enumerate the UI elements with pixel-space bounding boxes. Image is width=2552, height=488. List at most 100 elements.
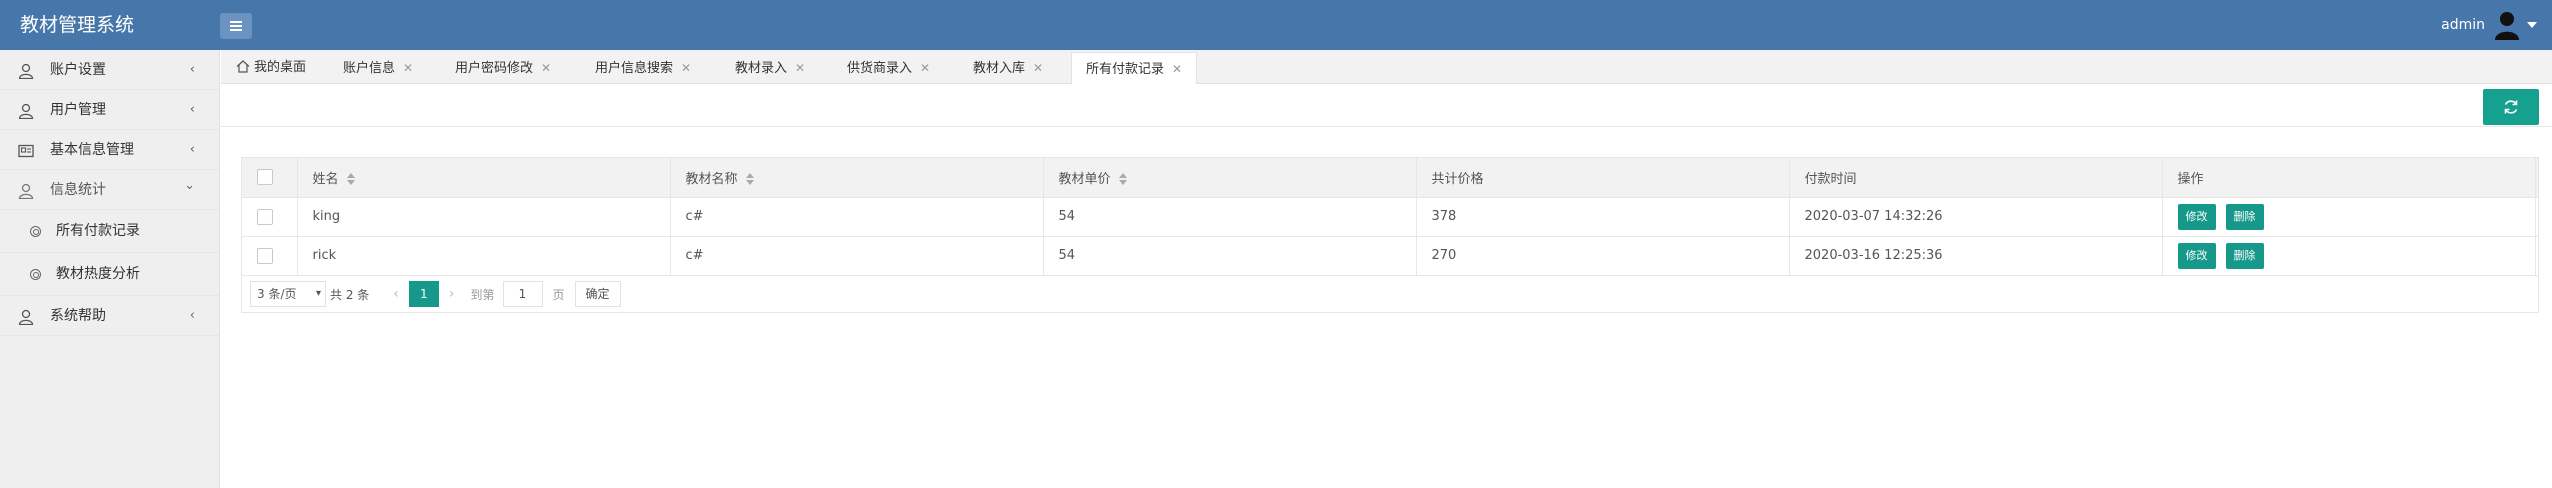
pagination: 3 条/页 共 2 条 ‹ 1 › 到第 1 页 确定 (242, 275, 2538, 313)
home-icon (236, 60, 250, 73)
cell-book: c# (670, 236, 1044, 276)
tab-user-search[interactable]: 用户信息搜索 ✕ (595, 52, 691, 84)
header-label: 教材单价 (1058, 171, 1111, 187)
sidebar-item-label: 系统帮助 (50, 308, 106, 324)
cell-total: 378 (1416, 197, 1790, 237)
tab-label: 用户信息搜索 (595, 61, 674, 76)
chevron-left-icon: ‹ (189, 142, 195, 157)
cell-time: 2020-03-07 14:32:26 (1789, 197, 2163, 237)
tab-supplier-entry[interactable]: 供货商录入 ✕ (847, 52, 930, 84)
cell-actions: 修改 删除 (2162, 236, 2536, 276)
user-menu[interactable]: admin (2441, 0, 2537, 50)
cell-actions: 修改 删除 (2162, 197, 2536, 237)
dropdown-caret-icon (2527, 22, 2537, 28)
app-title: 教材管理系统 (20, 14, 135, 36)
sidebar-item-statistics[interactable]: 信息统计 ⌄ (0, 170, 219, 210)
filler-cell (2535, 197, 2539, 237)
sidebar-item-user-management[interactable]: 用户管理 ‹ (0, 90, 219, 130)
tab-my-desktop[interactable]: 我的桌面 (236, 52, 306, 84)
delete-button[interactable]: 删除 (2225, 203, 2264, 230)
next-page-icon[interactable]: › (449, 286, 455, 302)
sort-icon[interactable] (346, 173, 355, 186)
tab-label: 我的桌面 (254, 60, 307, 75)
tab-book-stock-in[interactable]: 教材入库 ✕ (973, 52, 1043, 84)
close-icon[interactable]: ✕ (681, 61, 691, 75)
user-icon (18, 309, 34, 325)
sidebar-subitem-payment-records[interactable]: 所有付款记录 (0, 210, 219, 253)
tab-book-entry[interactable]: 教材录入 ✕ (735, 52, 805, 84)
refresh-icon (2504, 100, 2518, 114)
edit-button[interactable]: 修改 (2177, 203, 2216, 230)
close-icon[interactable]: ✕ (1172, 62, 1182, 76)
avatar-icon (2495, 12, 2519, 40)
cell-time: 2020-03-16 12:25:36 (1789, 236, 2163, 276)
sidebar-subitem-book-popularity[interactable]: 教材热度分析 (0, 253, 219, 296)
tab-label: 所有付款记录 (1086, 62, 1165, 77)
sort-icon[interactable] (745, 173, 754, 186)
hamburger-icon (230, 21, 242, 23)
tab-account-info[interactable]: 账户信息 ✕ (343, 52, 413, 84)
hamburger-line (230, 25, 242, 27)
sidebar-item-system-help[interactable]: 系统帮助 ‹ (0, 296, 219, 336)
column-header-total: 共计价格 (1416, 158, 1790, 198)
header-label: 姓名 (312, 171, 339, 187)
chevron-left-icon: ‹ (189, 308, 195, 323)
sidebar-subitem-label: 所有付款记录 (56, 223, 140, 239)
goto-confirm-button[interactable]: 确定 (574, 281, 621, 307)
tab-label: 供货商录入 (847, 61, 913, 76)
close-icon[interactable]: ✕ (920, 61, 930, 75)
edit-button[interactable]: 修改 (2177, 242, 2216, 269)
cell-price: 54 (1043, 236, 1417, 276)
filler-cell (2535, 236, 2539, 276)
data-table: 姓名 教材名称 教材单价 共计价格 付款时间 操作 king c# 54 378… (241, 157, 2539, 313)
tab-payment-records[interactable]: 所有付款记录 ✕ (1071, 52, 1198, 84)
current-page-button[interactable]: 1 (408, 281, 439, 307)
row-checkbox[interactable] (257, 208, 273, 225)
chevron-down-icon: ⌄ (184, 178, 195, 193)
sidebar-item-label: 用户管理 (50, 102, 106, 118)
sidebar-item-basic-info[interactable]: 基本信息管理 ‹ (0, 130, 219, 170)
close-icon[interactable]: ✕ (1033, 61, 1043, 75)
select-all-cell (242, 158, 298, 198)
row-checkbox-cell (242, 197, 298, 237)
sidebar-item-label: 基本信息管理 (50, 142, 134, 158)
close-icon[interactable]: ✕ (541, 61, 551, 75)
cell-price: 54 (1043, 197, 1417, 237)
prev-page-icon[interactable]: ‹ (393, 286, 399, 302)
sidebar-item-account-settings[interactable]: 账户设置 ‹ (0, 50, 219, 90)
goto-page-input[interactable]: 1 (502, 281, 543, 307)
cell-book: c# (670, 197, 1044, 237)
tab-label: 教材录入 (735, 61, 788, 76)
column-header-name[interactable]: 姓名 (297, 158, 671, 198)
sort-icon[interactable] (1118, 173, 1127, 186)
select-all-checkbox[interactable] (257, 169, 273, 186)
cell-name: rick (297, 236, 671, 276)
header-label: 教材名称 (685, 171, 738, 187)
delete-button[interactable]: 删除 (2225, 242, 2264, 269)
menu-toggle-button[interactable] (220, 13, 252, 39)
row-checkbox[interactable] (257, 247, 273, 264)
sidebar-subitem-label: 教材热度分析 (56, 266, 140, 282)
card-icon (18, 144, 34, 158)
tab-password-change[interactable]: 用户密码修改 ✕ (455, 52, 551, 84)
hamburger-line (230, 29, 242, 31)
page-size-select[interactable]: 3 条/页 (250, 281, 326, 307)
tab-label: 用户密码修改 (455, 61, 534, 76)
user-icon (18, 103, 34, 119)
close-icon[interactable]: ✕ (403, 61, 413, 75)
refresh-button[interactable] (2483, 89, 2539, 125)
close-icon[interactable]: ✕ (795, 61, 805, 75)
total-count: 共 2 条 (330, 287, 370, 302)
sidebar-item-label: 账户设置 (50, 62, 106, 78)
tab-label: 账户信息 (343, 61, 396, 76)
column-header-price[interactable]: 教材单价 (1043, 158, 1417, 198)
circle-icon (30, 269, 41, 280)
filler-cell (2535, 158, 2539, 198)
user-icon (18, 63, 34, 79)
chevron-left-icon: ‹ (189, 62, 195, 77)
column-header-book[interactable]: 教材名称 (670, 158, 1044, 198)
column-header-time: 付款时间 (1789, 158, 2163, 198)
table-row: king c# 54 378 2020-03-07 14:32:26 修改 删除 (242, 197, 2539, 237)
user-icon (18, 183, 34, 199)
top-header: 教材管理系统 admin (0, 0, 2552, 50)
